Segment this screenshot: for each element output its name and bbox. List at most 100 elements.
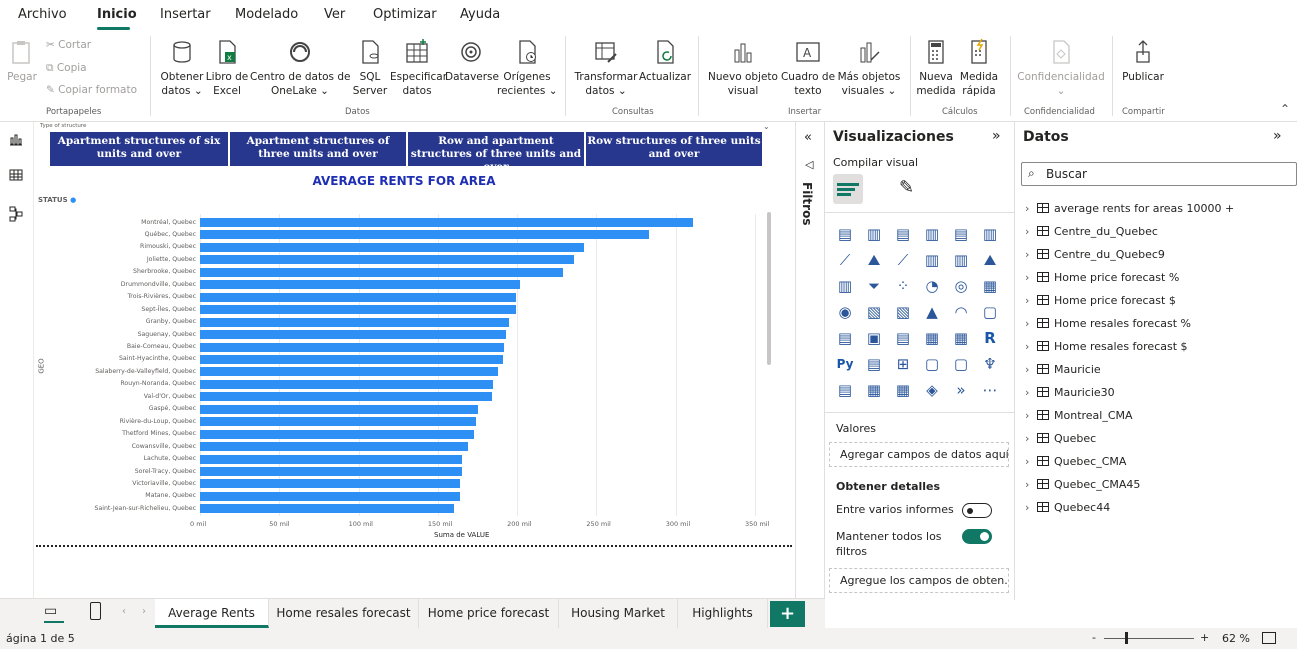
bar[interactable] [200, 404, 478, 414]
fit-to-page-icon[interactable] [1262, 632, 1276, 644]
bar[interactable] [200, 354, 503, 364]
table-item[interactable]: › Quebec44 [1025, 501, 1110, 514]
chevron-right-double-icon[interactable]: » [992, 128, 1001, 144]
visual-type-icon[interactable]: » [951, 380, 971, 400]
visual-type-icon[interactable]: ◈ [922, 380, 942, 400]
visual-type-icon[interactable]: ◠ [951, 302, 971, 322]
menu-inicio[interactable]: Inicio [97, 7, 137, 22]
visual-type-icon[interactable]: ⁘ [893, 276, 913, 296]
visual-type-icon[interactable]: ▤ [893, 328, 913, 348]
dataverse-button[interactable]: Dataverse [445, 38, 499, 84]
visual-type-icon[interactable]: ▥ [835, 276, 855, 296]
keep-filters-toggle[interactable] [962, 529, 992, 544]
build-visual-tab[interactable] [833, 174, 863, 204]
visual-type-icon[interactable]: ▦ [893, 380, 913, 400]
table-item[interactable]: › Mauricie [1025, 363, 1101, 376]
visual-type-icon[interactable]: ▢ [922, 354, 942, 374]
table-item[interactable]: › Home price forecast % [1025, 271, 1179, 284]
visual-type-icon[interactable]: Py [835, 354, 855, 374]
bar[interactable] [200, 429, 475, 439]
visual-type-icon[interactable]: ▢ [980, 302, 1000, 322]
visual-type-icon[interactable]: ⊞ [893, 354, 913, 374]
bar[interactable] [200, 330, 507, 340]
page-tab[interactable]: Home price forecast [419, 599, 559, 628]
visual-type-icon[interactable]: ▤ [835, 224, 855, 244]
chart-scrollbar[interactable] [767, 212, 771, 365]
bar[interactable] [200, 392, 492, 402]
visual-type-icon[interactable]: ▤ [835, 380, 855, 400]
drillthrough-drop-zone[interactable]: Agregue los campos de obten... [829, 568, 1009, 593]
visual-type-icon[interactable]: ▥ [980, 224, 1000, 244]
visual-type-icon[interactable]: ▧ [864, 302, 884, 322]
table-item[interactable]: › Quebec_CMA [1025, 455, 1126, 468]
bar[interactable] [200, 305, 516, 315]
search-input[interactable]: ⌕ Buscar [1021, 162, 1297, 186]
menu-ayuda[interactable]: Ayuda [460, 7, 500, 22]
visual-type-icon[interactable]: ◎ [951, 276, 971, 296]
scroll-left-icon[interactable]: ‹ [122, 606, 126, 617]
table-item[interactable]: › Mauricie30 [1025, 386, 1115, 399]
paste-button[interactable]: Pegar [6, 38, 38, 84]
visual-type-icon[interactable]: ♆ [980, 354, 1000, 374]
values-drop-zone[interactable]: Agregar campos de datos aquí [829, 442, 1009, 467]
page-tab[interactable]: Highlights [678, 599, 768, 628]
quick-measure-button[interactable]: Medida rápida [957, 38, 1001, 98]
copy-button[interactable]: ⧉ Copia [46, 62, 87, 75]
bar[interactable] [200, 317, 510, 327]
visual-type-icon[interactable]: ▥ [922, 250, 942, 270]
new-visual-button[interactable]: Nuevo objeto visual [706, 38, 780, 98]
visual-type-icon[interactable]: ⛰ [864, 250, 884, 270]
visual-type-icon[interactable]: ▦ [922, 328, 942, 348]
visual-type-icon[interactable]: ⏷ [864, 276, 884, 296]
bar[interactable] [200, 255, 575, 265]
publish-button[interactable]: Publicar [1118, 38, 1168, 84]
visual-type-icon[interactable]: ▥ [922, 224, 942, 244]
filters-pane-collapsed[interactable]: « ◁ Filtros [795, 122, 825, 600]
report-view-icon[interactable] [9, 132, 23, 146]
bar[interactable] [200, 280, 521, 290]
visual-type-icon[interactable]: ▦ [864, 380, 884, 400]
page-tab[interactable]: Home resales forecast [269, 599, 419, 628]
visual-type-icon[interactable]: ▲ [922, 302, 942, 322]
visual-type-icon[interactable]: ▦ [951, 328, 971, 348]
model-view-icon[interactable] [9, 206, 23, 222]
menu-insertar[interactable]: Insertar [160, 7, 211, 22]
cut-button[interactable]: ✂ Cortar [46, 39, 91, 51]
bar[interactable] [200, 367, 499, 377]
menu-ver[interactable]: Ver [324, 7, 345, 22]
visual-type-icon[interactable]: ▥ [864, 224, 884, 244]
bar[interactable] [200, 479, 461, 489]
page-tab[interactable]: Housing Market [559, 599, 678, 628]
menu-archivo[interactable]: Archivo [18, 7, 67, 22]
visual-type-icon[interactable]: ⟋ [893, 250, 913, 270]
visual-type-icon[interactable]: ▤ [864, 354, 884, 374]
desktop-layout-icon[interactable]: ▭ [44, 603, 57, 619]
visual-type-icon[interactable]: ▦ [980, 276, 1000, 296]
sql-server-button[interactable]: SQL Server [350, 38, 390, 98]
table-item[interactable]: › Quebec_CMA45 [1025, 478, 1140, 491]
page-tab[interactable]: Average Rents [155, 599, 269, 628]
table-item[interactable]: › Quebec [1025, 432, 1096, 445]
bar[interactable] [200, 491, 461, 501]
zoom-slider[interactable] [1104, 638, 1194, 639]
table-item[interactable]: › Home resales forecast % [1025, 317, 1191, 330]
zoom-in-button[interactable]: + [1200, 631, 1209, 644]
visual-type-icon[interactable]: ⋯ [980, 380, 1000, 400]
excel-workbook-button[interactable]: x Libro de Excel [205, 38, 249, 98]
text-box-button[interactable]: A Cuadro de texto [780, 38, 836, 98]
bar[interactable] [200, 504, 454, 514]
visual-type-icon[interactable]: ⛰ [980, 250, 1000, 270]
sensitivity-button[interactable]: Confidencialidad ⌄ [1016, 38, 1106, 98]
table-item[interactable]: › Centre_du_Quebec9 [1025, 248, 1165, 261]
refresh-button[interactable]: Actualizar [638, 38, 692, 84]
bar[interactable] [200, 342, 505, 352]
add-page-button[interactable]: + [770, 601, 805, 627]
onelake-hub-button[interactable]: Centro de datos de OneLake ⌄ [250, 38, 350, 98]
visual-type-icon[interactable]: ▤ [951, 224, 971, 244]
table-item[interactable]: › Home price forecast $ [1025, 294, 1176, 307]
visual-type-icon[interactable]: ▤ [835, 328, 855, 348]
bar[interactable] [200, 417, 476, 427]
cross-report-toggle[interactable] [962, 503, 992, 518]
visual-type-icon[interactable]: ⟋ [835, 250, 855, 270]
visual-type-icon[interactable]: ◉ [835, 302, 855, 322]
